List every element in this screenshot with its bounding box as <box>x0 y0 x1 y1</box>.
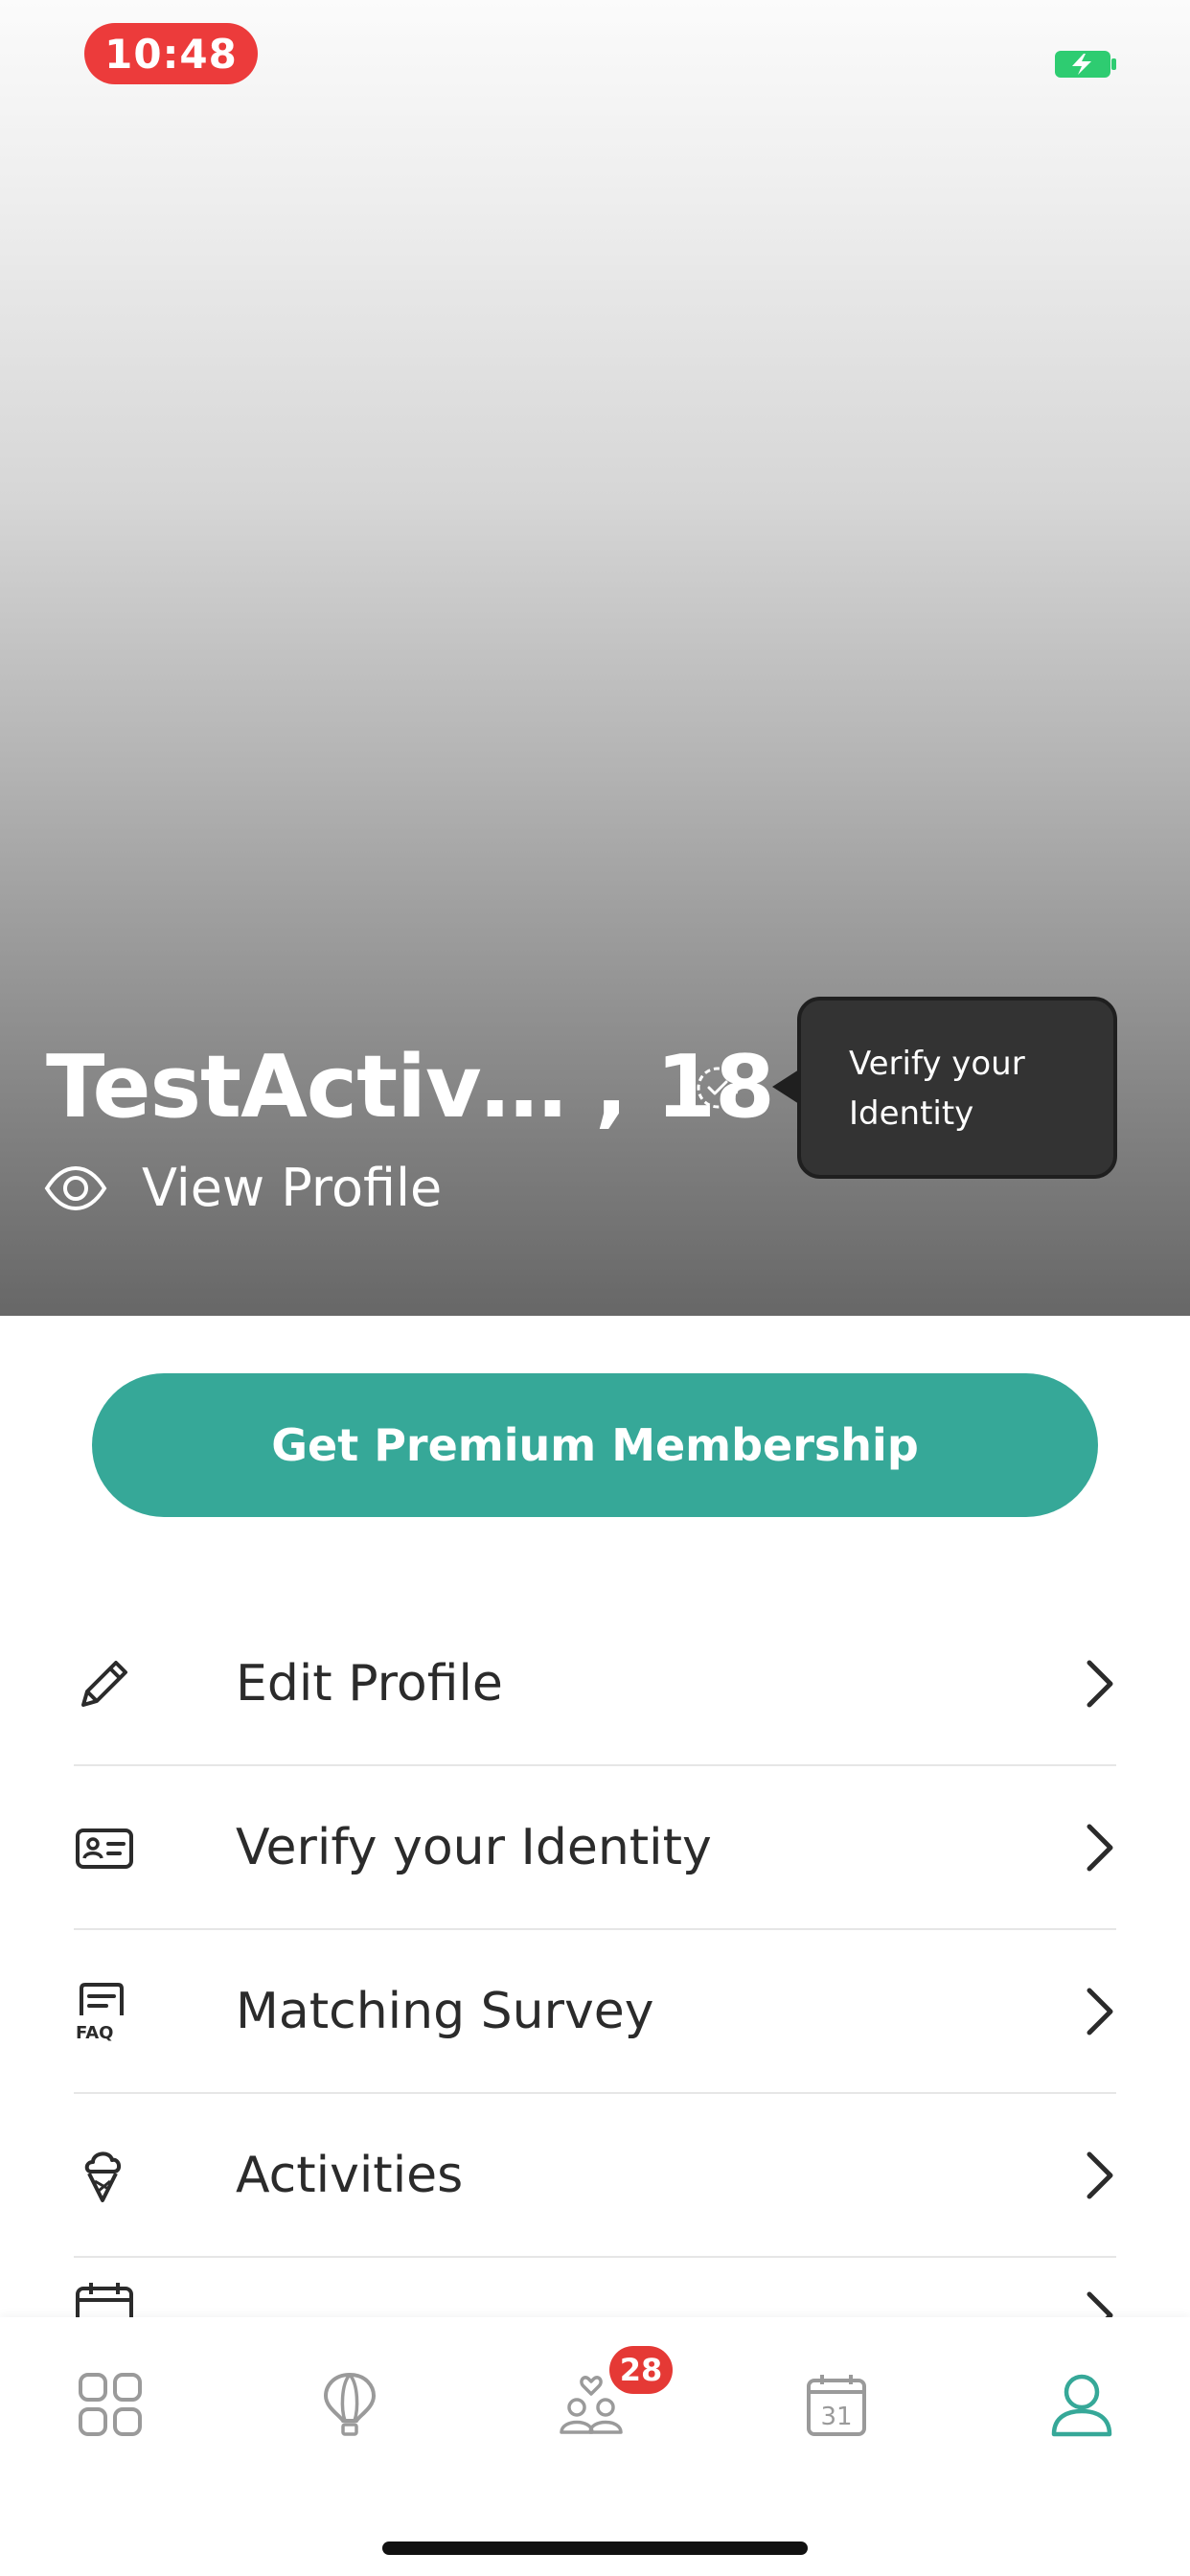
get-premium-button[interactable]: Get Premium Membership <box>92 1373 1098 1517</box>
grid-icon <box>79 2373 142 2436</box>
calendar-day: 31 <box>820 2403 852 2431</box>
menu-item-matching-survey[interactable]: FAQ Matching Survey <box>74 1930 1116 2094</box>
chevron-right-icon <box>1087 1660 1113 1707</box>
pencil-icon <box>81 1660 127 1707</box>
chevron-right-icon <box>1087 1824 1113 1871</box>
menu-item-label: Matching Survey <box>236 1982 654 2040</box>
profile-name-age: TestActiv… , 18 <box>46 1037 775 1138</box>
view-profile-link[interactable]: View Profile <box>44 1158 442 1218</box>
faq-icon: FAQ <box>76 1982 124 2042</box>
dashed-check-circle-icon[interactable] <box>694 1064 742 1112</box>
menu-item-label: Edit Profile <box>236 1654 503 1713</box>
bottom-tab-bar: 28 31 <box>0 2317 1190 2576</box>
tab-home[interactable] <box>77 2371 144 2438</box>
menu-item-label: Verify your Identity <box>236 1818 712 1876</box>
view-profile-label: View Profile <box>142 1158 443 1218</box>
menu-item-verify-identity[interactable]: Verify your Identity <box>74 1766 1116 1930</box>
ice-cream-icon <box>84 2151 121 2202</box>
battery-charging-icon <box>1055 51 1116 78</box>
svg-text:FAQ: FAQ <box>76 2023 113 2042</box>
menu-item-label: Activities <box>236 2146 464 2204</box>
menu-item-edit-profile[interactable]: Edit Profile <box>74 1602 1116 1766</box>
tab-explore[interactable] <box>316 2371 383 2438</box>
tooltip-arrow <box>772 1070 799 1104</box>
eye-icon <box>44 1165 107 1210</box>
profile-header: 10:48 TestActiv… , 18 Verify your Identi… <box>0 0 1190 1316</box>
tab-profile[interactable] <box>1048 2371 1115 2438</box>
id-card-icon <box>76 1828 133 1869</box>
person-icon <box>1051 2374 1112 2437</box>
chevron-right-icon <box>1087 2151 1113 2198</box>
menu-item-activities[interactable]: Activities <box>74 2094 1116 2258</box>
calendar-31-icon: 31 <box>807 2375 866 2436</box>
status-time: 10:48 <box>84 23 258 84</box>
home-indicator <box>382 2542 808 2555</box>
hot-air-balloon-icon <box>323 2372 377 2436</box>
matches-count-badge: 28 <box>609 2346 673 2394</box>
verify-tooltip[interactable]: Verify your Identity <box>797 997 1117 1179</box>
chevron-right-icon <box>1087 1988 1113 2035</box>
tab-calendar[interactable]: 31 <box>803 2371 870 2438</box>
